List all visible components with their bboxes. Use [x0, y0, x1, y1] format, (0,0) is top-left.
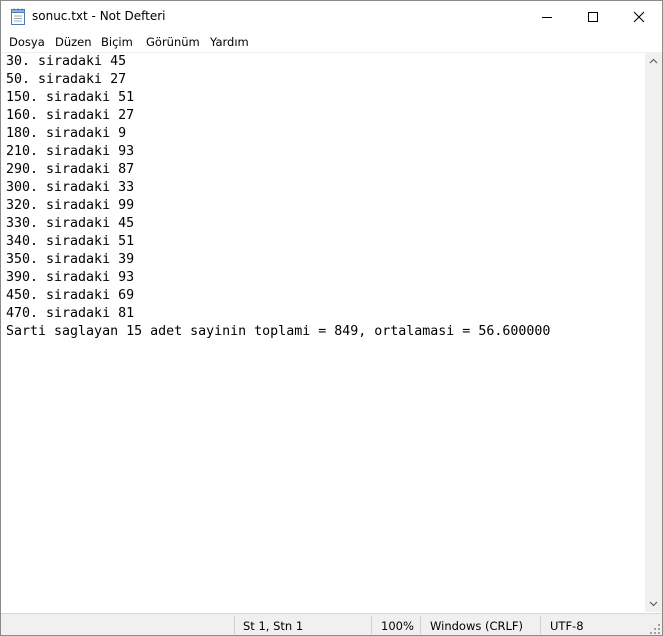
text-line: 300. siradaki 33 [6, 180, 135, 195]
text-editor[interactable]: 30. siradaki 45 50. siradaki 27 150. sir… [1, 52, 645, 613]
minimize-icon [542, 16, 552, 18]
text-line: 320. siradaki 99 [6, 198, 135, 213]
scroll-down-icon [649, 601, 658, 606]
scroll-up-button[interactable] [645, 52, 662, 69]
text-line: 470. siradaki 81 [6, 306, 135, 321]
text-line: Sarti saglayan 15 adet sayinin toplami =… [6, 324, 551, 339]
text-line: 150. siradaki 51 [6, 90, 135, 105]
maximize-icon [588, 11, 598, 22]
maximize-button[interactable] [570, 1, 616, 32]
text-line: 330. siradaki 45 [6, 216, 135, 231]
status-divider [540, 616, 541, 634]
menu-gorunum[interactable]: Görünüm [146, 35, 200, 49]
window-title: sonuc.txt - Not Defteri [32, 9, 166, 23]
menu-bar: Dosya Düzen Biçim Görünüm Yardım [1, 32, 662, 52]
text-line: 350. siradaki 39 [6, 252, 135, 267]
resize-grip-icon[interactable] [649, 623, 661, 635]
notepad-window: sonuc.txt - Not Defteri Dosya Düzen Biçi… [0, 0, 663, 636]
text-line: 160. siradaki 27 [6, 108, 135, 123]
line-ending: Windows (CRLF) [430, 619, 524, 633]
minimize-button[interactable] [524, 1, 570, 32]
close-icon [633, 11, 645, 22]
menu-bicim[interactable]: Biçim [101, 35, 133, 49]
close-button[interactable] [616, 1, 662, 32]
title-bar[interactable]: sonuc.txt - Not Defteri [1, 1, 662, 32]
text-line: 180. siradaki 9 [6, 126, 127, 141]
status-divider [234, 616, 235, 634]
menu-dosya[interactable]: Dosya [9, 35, 45, 49]
text-line: 290. siradaki 87 [6, 162, 135, 177]
status-bar: St 1, Stn 1 100% Windows (CRLF) UTF-8 [1, 613, 662, 635]
cursor-position: St 1, Stn 1 [243, 619, 304, 633]
text-line: 390. siradaki 93 [6, 270, 135, 285]
notepad-app-icon[interactable] [10, 7, 26, 25]
zoom-level: 100% [381, 619, 414, 633]
text-line: 30. siradaki 45 [6, 54, 127, 69]
text-line: 50. siradaki 27 [6, 72, 127, 87]
menu-yardim[interactable]: Yardım [210, 35, 249, 49]
text-line: 340. siradaki 51 [6, 234, 135, 249]
encoding: UTF-8 [550, 619, 584, 633]
text-line: 210. siradaki 93 [6, 144, 135, 159]
scroll-up-icon [649, 58, 658, 63]
scroll-down-button[interactable] [645, 595, 662, 612]
vertical-scrollbar[interactable] [645, 52, 662, 612]
text-line: 450. siradaki 69 [6, 288, 135, 303]
status-divider [420, 616, 421, 634]
menu-duzen[interactable]: Düzen [55, 35, 92, 49]
status-divider [371, 616, 372, 634]
